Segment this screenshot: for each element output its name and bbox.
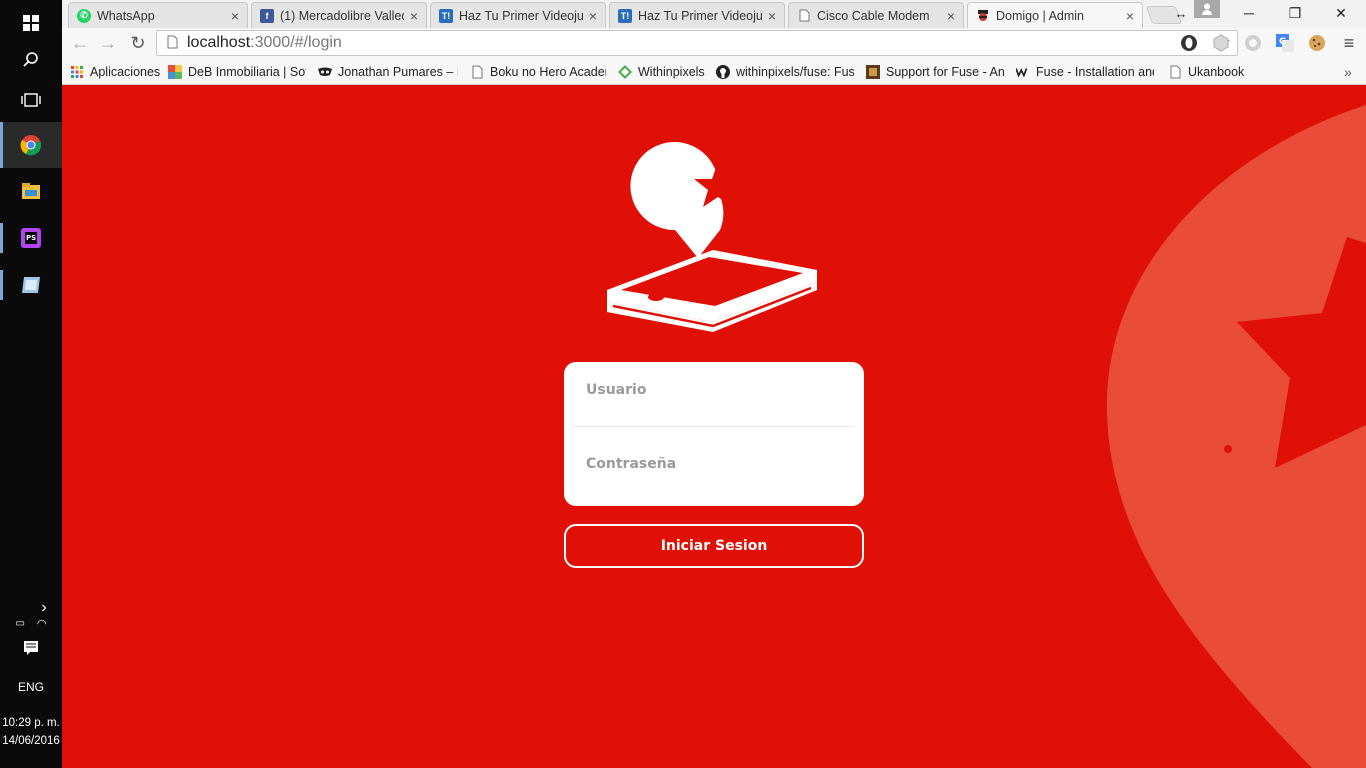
resize-icon[interactable]: ↔ xyxy=(1166,0,1196,26)
password-input[interactable] xyxy=(586,456,842,472)
login-button[interactable]: Iniciar Sesion xyxy=(564,524,864,568)
tab-whatsapp[interactable]: ✆ WhatsApp × xyxy=(68,2,248,28)
chrome-icon[interactable] xyxy=(0,122,62,168)
file-explorer-icon[interactable] xyxy=(0,168,62,214)
bookmark-apps[interactable]: Aplicaciones xyxy=(70,62,162,82)
svg-text:G: G xyxy=(1279,37,1286,47)
image-icon xyxy=(866,65,880,79)
tab-cisco[interactable]: Cisco Cable Modem × xyxy=(788,2,964,28)
back-button[interactable]: ← xyxy=(68,32,92,54)
browser-window: ✆ WhatsApp × f (1) Mercadolibre Valled ×… xyxy=(62,0,1366,85)
cookie-extension-icon[interactable] xyxy=(1306,32,1328,54)
close-icon[interactable]: × xyxy=(1124,8,1136,24)
menu-icon[interactable]: ≡ xyxy=(1338,32,1360,54)
github-icon xyxy=(716,65,730,79)
language-indicator[interactable]: ENG xyxy=(0,680,62,694)
username-field[interactable] xyxy=(564,362,864,418)
page-icon xyxy=(1168,65,1182,79)
withinpixels-icon xyxy=(618,65,632,79)
ghostery-extension-icon[interactable] xyxy=(1178,32,1200,54)
tab-videojuego-1[interactable]: T! Haz Tu Primer Videojue × xyxy=(430,2,606,28)
notifications-icon[interactable] xyxy=(0,636,62,660)
close-icon[interactable]: × xyxy=(766,8,778,24)
tab-domigo-admin[interactable]: Domigo | Admin × xyxy=(967,2,1143,28)
t-icon: T! xyxy=(618,8,632,23)
bookmark-support-fuse[interactable]: Support for Fuse - An xyxy=(866,62,1004,82)
password-field[interactable] xyxy=(564,434,864,494)
bookmark-withinpixels[interactable]: Withinpixels xyxy=(618,62,710,82)
username-input[interactable] xyxy=(586,382,842,398)
bookmark-jonathan-pumares[interactable]: Jonathan Pumares – D xyxy=(318,62,458,82)
restore-button[interactable]: ❐ xyxy=(1272,0,1318,26)
google-translate-icon[interactable]: G xyxy=(1274,32,1296,54)
battery-icon[interactable]: ▭ xyxy=(15,618,24,629)
envato-icon xyxy=(1016,65,1030,79)
cube-extension-icon[interactable] xyxy=(1210,32,1232,54)
close-icon[interactable]: × xyxy=(229,8,241,24)
bookmark-boku-no-hero[interactable]: Boku no Hero Academ xyxy=(470,62,606,82)
field-divider xyxy=(574,426,854,427)
page-icon xyxy=(797,9,811,23)
browser-toolbar: ← → ↻ localhost:3000/#/login ☆ G ≡ xyxy=(62,28,1366,58)
mask-icon xyxy=(318,65,332,79)
bookmarks-overflow-icon[interactable]: » xyxy=(1344,62,1358,82)
domigo-logo-icon xyxy=(607,142,817,332)
close-icon[interactable]: × xyxy=(945,8,957,24)
url-host: localhost xyxy=(187,34,251,51)
bookmarks-bar: Aplicaciones DeB Inmobiliaria | Sof Jona… xyxy=(62,58,1366,85)
forward-button[interactable]: → xyxy=(96,32,120,54)
url-path: :3000/#/login xyxy=(250,34,342,51)
circle-extension-icon[interactable] xyxy=(1242,32,1264,54)
wifi-icon[interactable]: ◠ xyxy=(37,617,47,630)
close-window-button[interactable]: ✕ xyxy=(1318,0,1364,26)
login-page: Iniciar Sesion xyxy=(62,85,1366,768)
clock-date[interactable]: 14/06/2016 xyxy=(0,735,62,747)
deb-icon xyxy=(168,65,182,79)
tab-mercadolibre[interactable]: f (1) Mercadolibre Valled × xyxy=(251,2,427,28)
bookmark-ukanbook[interactable]: Ukanbook xyxy=(1168,62,1260,82)
bookmark-withinpixels-fuse[interactable]: withinpixels/fuse: Fuse xyxy=(716,62,854,82)
windows-taskbar: PS › ▭ ◠ ENG 10:29 p. m. 14/06/2016 xyxy=(0,0,62,768)
reload-button[interactable]: ↻ xyxy=(126,32,150,54)
svg-text:PS: PS xyxy=(26,234,36,242)
phpstorm-icon[interactable]: PS xyxy=(0,215,62,261)
address-bar[interactable]: localhost:3000/#/login ☆ xyxy=(156,30,1238,56)
whatsapp-icon: ✆ xyxy=(77,8,91,23)
system-tray: ▭ ◠ xyxy=(0,612,62,634)
t-icon: T! xyxy=(439,8,453,23)
tab-strip: ✆ WhatsApp × f (1) Mercadolibre Valled ×… xyxy=(62,0,1366,28)
app-icon[interactable] xyxy=(0,262,62,308)
profile-icon[interactable] xyxy=(1194,0,1220,18)
facebook-icon: f xyxy=(260,8,274,23)
bookmark-deb-inmobiliaria[interactable]: DeB Inmobiliaria | Sof xyxy=(168,62,306,82)
tab-videojuego-2[interactable]: T! Haz Tu Primer Videojue × xyxy=(609,2,785,28)
task-view-icon[interactable] xyxy=(0,77,62,123)
domigo-icon xyxy=(976,9,990,23)
apps-grid-icon xyxy=(70,65,84,79)
minimize-button[interactable]: ─ xyxy=(1226,0,1272,26)
page-icon xyxy=(470,65,484,79)
close-icon[interactable]: × xyxy=(587,8,599,24)
bookmark-fuse-installation[interactable]: Fuse - Installation and xyxy=(1016,62,1154,82)
page-icon xyxy=(157,35,187,52)
clock-time[interactable]: 10:29 p. m. xyxy=(0,717,62,729)
close-icon[interactable]: × xyxy=(408,8,420,24)
login-form xyxy=(564,362,864,506)
